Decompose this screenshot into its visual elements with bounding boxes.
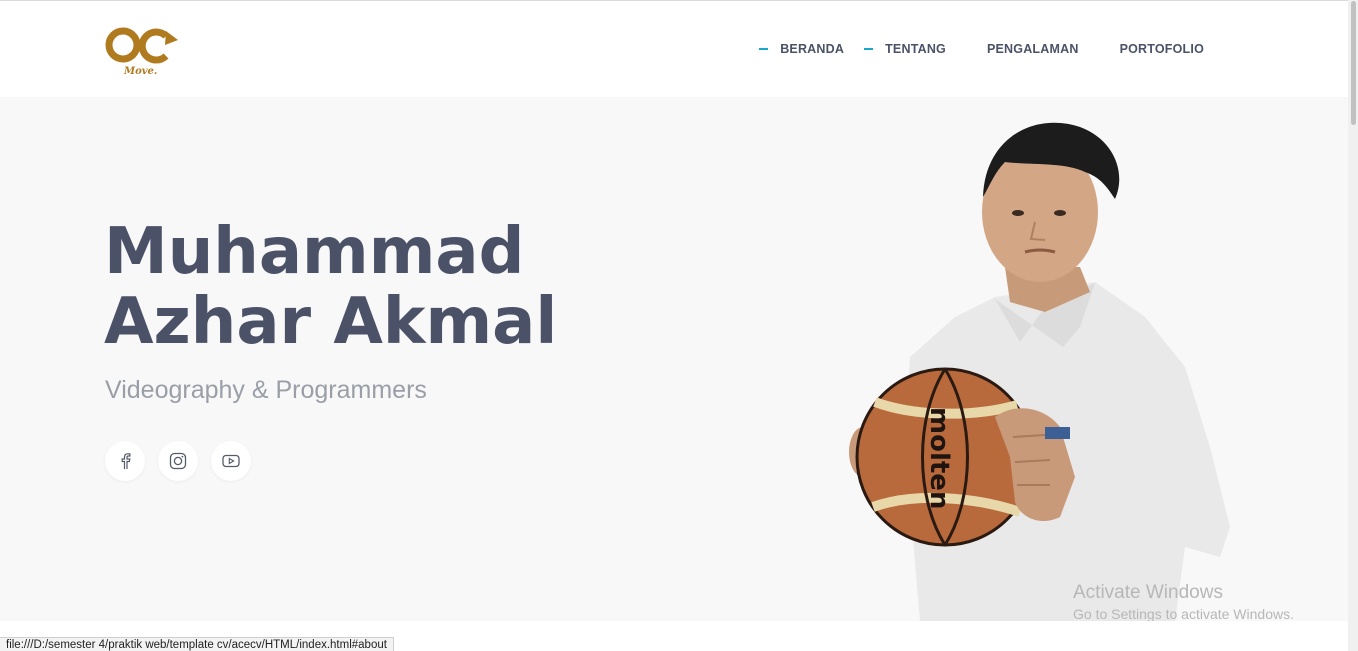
instagram-icon [169, 452, 187, 470]
nav-item-tentang[interactable]: TENTANG [864, 39, 946, 59]
site-logo[interactable]: Move. [104, 23, 184, 79]
ball-brand-text: molten [924, 407, 954, 509]
nav-dash-placeholder [966, 48, 975, 50]
instagram-button[interactable] [158, 441, 198, 481]
site-header: Move. BERANDA TENTANG PENGALAMAN PORTOFO… [0, 1, 1348, 97]
profile-photo: molten [849, 122, 1230, 621]
youtube-icon [222, 454, 240, 468]
watermark-line2: Go to Settings to activate Windows. [1073, 606, 1294, 621]
nav-item-portofolio[interactable]: PORTOFOLIO [1099, 39, 1204, 59]
logo-text: Move. [123, 66, 157, 77]
nav-label: TENTANG [885, 42, 946, 56]
windows-activation-watermark: Activate Windows Go to Settings to activ… [1073, 582, 1294, 621]
nav-dash-placeholder [1099, 48, 1108, 50]
browser-status-bar: file:///D:/semester 4/praktik web/templa… [0, 637, 394, 651]
facebook-icon [121, 453, 131, 469]
nav-item-beranda[interactable]: BERANDA [759, 39, 844, 59]
hero-name-line1: Muhammad [104, 215, 525, 289]
nav-item-pengalaman[interactable]: PENGALAMAN [966, 39, 1079, 59]
hero-name: Muhammad Azhar Akmal [104, 217, 557, 357]
social-links [105, 441, 264, 481]
scrollbar-thumb[interactable] [1351, 1, 1356, 125]
hero-section: Muhammad Azhar Akmal Videography & Progr… [0, 97, 1348, 621]
main-nav: BERANDA TENTANG PENGALAMAN PORTOFOLIO [759, 39, 1204, 59]
hero-subtitle: Videography & Programmers [105, 376, 427, 404]
nav-label: PENGALAMAN [986, 42, 1079, 56]
facebook-button[interactable] [105, 441, 145, 481]
watermark-line1: Activate Windows [1073, 582, 1223, 603]
hero-name-line2: Azhar Akmal [104, 285, 558, 359]
youtube-button[interactable] [211, 441, 251, 481]
nav-active-dash [864, 48, 874, 50]
nav-label: PORTOFOLIO [1119, 42, 1204, 56]
nav-active-dash [759, 48, 769, 50]
nav-label: BERANDA [780, 42, 845, 56]
